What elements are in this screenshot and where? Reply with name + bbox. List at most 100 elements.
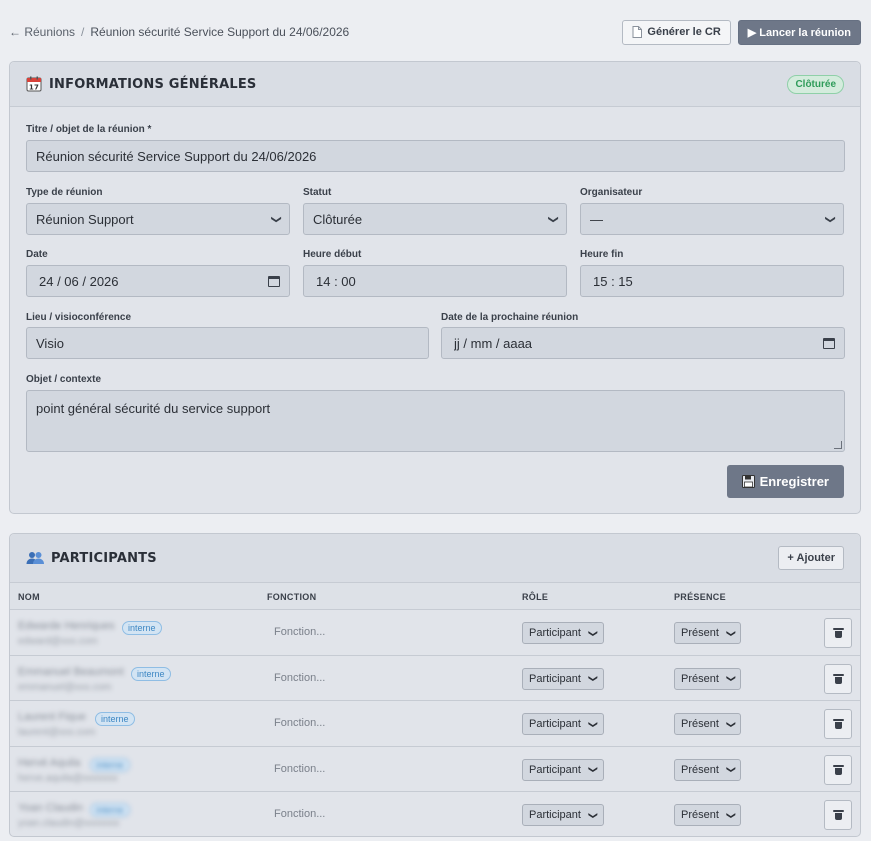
date-label: Date: [26, 249, 48, 260]
participant-tag: interne: [90, 803, 130, 817]
participant-tag: interne: [90, 757, 130, 772]
presence-select[interactable]: Présent ❯: [674, 713, 742, 735]
next-meeting-label: Date de la prochaine réunion: [441, 312, 579, 323]
type-value: Réunion Support: [36, 211, 134, 227]
launch-meeting-label: ▶ Lancer la réunion: [747, 26, 851, 39]
launch-meeting-button[interactable]: ▶ Lancer la réunion: [737, 19, 861, 45]
participants-title: PARTICIPANTS: [51, 550, 157, 566]
general-info-card: 17 INFORMATIONS GÉNÉRALES Clôturée Titre…: [9, 61, 861, 514]
title-label: Titre / objet de la réunion *: [26, 124, 152, 135]
chevron-down-icon: ❯: [547, 214, 559, 224]
participant-tag: interne: [122, 621, 162, 635]
role-select[interactable]: Participant ❯: [522, 804, 604, 826]
general-info-title: INFORMATIONS GÉNÉRALES: [49, 76, 257, 92]
delete-participant-button[interactable]: [824, 709, 852, 739]
participant-email: laurent@xxx.com: [18, 727, 96, 738]
function-input[interactable]: Fonction...: [274, 763, 325, 775]
chevron-down-icon: ❯: [824, 214, 836, 224]
role-value: Participant: [529, 809, 581, 821]
presence-select[interactable]: Présent ❯: [674, 622, 742, 644]
presence-value: Présent: [681, 763, 719, 776]
calendar-picker-icon[interactable]: [268, 275, 280, 287]
people-icon: [26, 552, 44, 564]
delete-participant-button[interactable]: [824, 800, 852, 830]
table-row: Hervé Aquila interne herve.aquila@xxxxxxx F…: [10, 747, 860, 792]
participant-email: yoan.claudin@xxxxxxx: [18, 818, 120, 829]
location-value: Visio: [36, 335, 64, 351]
participant-name: Yoan Claudin: [18, 802, 84, 814]
participants-table-body: Edwarde Henriques interne edward@xxx.com Fo…: [10, 610, 860, 838]
type-select[interactable]: Réunion Support ❯: [26, 203, 290, 235]
generate-report-label: Générer le CR: [647, 26, 721, 38]
participants-card: PARTICIPANTS + Ajouter NOM FONCTION RÔLE…: [9, 533, 861, 837]
trash-icon: [832, 764, 844, 775]
chevron-down-icon: ❯: [588, 765, 599, 774]
chevron-down-icon: ❯: [726, 765, 737, 774]
delete-participant-button[interactable]: [824, 663, 852, 694]
participant-name: Laurent Fique: [18, 711, 86, 723]
end-time-label: Heure fin: [580, 249, 624, 260]
table-row: Edwarde Henriques interne edward@xxx.com Fo…: [10, 610, 860, 656]
start-time-input[interactable]: 14 : 00: [303, 265, 567, 297]
chevron-down-icon: ❯: [588, 674, 599, 683]
role-select[interactable]: Participant ❯: [522, 713, 604, 735]
presence-select[interactable]: Présent ❯: [674, 758, 742, 781]
resize-handle-icon[interactable]: [834, 441, 842, 449]
breadcrumb: ← Réunions / Réunion sécurité Service Su…: [9, 25, 349, 39]
role-select[interactable]: Participant ❯: [522, 622, 604, 644]
status-badge: Clôturée: [787, 74, 844, 94]
organizer-select[interactable]: — ❯: [580, 203, 844, 235]
general-info-header: 17 INFORMATIONS GÉNÉRALES Clôturée: [10, 62, 860, 107]
function-input[interactable]: Fonction...: [274, 626, 325, 638]
context-textarea[interactable]: point général sécurité du service suppor…: [26, 390, 845, 452]
chevron-down-icon: ❯: [588, 629, 599, 637]
table-row: Laurent Fique interne laurent@xxx.com Fonct…: [10, 701, 860, 747]
participant-email: edward@xxx.com: [18, 636, 98, 647]
presence-value: Présent: [681, 718, 719, 730]
calendar-picker-icon[interactable]: [823, 337, 835, 349]
participants-table-header: NOM FONCTION RÔLE PRÉSENCE: [10, 583, 860, 610]
table-row: Emmanuel Beaumont interne emmanuel@xxx.com…: [10, 656, 860, 701]
trash-icon: [832, 628, 844, 638]
function-input[interactable]: Fonction...: [274, 672, 325, 684]
context-label: Objet / contexte: [26, 374, 102, 385]
save-button[interactable]: Enregistrer: [726, 465, 844, 498]
location-input[interactable]: Visio: [26, 327, 429, 359]
date-input[interactable]: 24 / 06 / 2026: [26, 265, 290, 297]
generate-report-button[interactable]: Générer le CR: [622, 19, 731, 45]
participant-tag: interne: [95, 712, 135, 726]
next-meeting-date-input[interactable]: jj / mm / aaaa: [441, 327, 845, 359]
type-label: Type de réunion: [26, 187, 103, 198]
title-input[interactable]: Réunion sécurité Service Support du 24/0…: [26, 140, 845, 172]
add-participant-button[interactable]: + Ajouter: [778, 546, 844, 570]
role-value: Participant: [529, 672, 581, 685]
table-row: Yoan Claudin interne yoan.claudin@xxxxxxx F…: [10, 792, 860, 838]
participants-header: PARTICIPANTS + Ajouter: [10, 534, 860, 583]
save-label: Enregistrer: [759, 474, 829, 489]
chevron-down-icon: ❯: [270, 214, 282, 224]
status-select[interactable]: Clôturée ❯: [303, 203, 567, 235]
status-label: Statut: [303, 187, 332, 198]
participant-name: Hervé Aquila: [18, 756, 81, 769]
breadcrumb-back-link[interactable]: ← Réunions: [9, 25, 75, 39]
location-label: Lieu / visioconférence: [26, 312, 132, 323]
end-time-value: 15 : 15: [593, 273, 633, 289]
status-value: Clôturée: [313, 211, 363, 227]
role-select[interactable]: Participant ❯: [522, 758, 604, 781]
function-input[interactable]: Fonction...: [274, 717, 325, 729]
presence-value: Présent: [681, 809, 719, 821]
delete-participant-button[interactable]: [824, 618, 852, 648]
top-bar: ← Réunions / Réunion sécurité Service Su…: [9, 19, 861, 45]
role-select[interactable]: Participant ❯: [522, 667, 604, 690]
end-time-input[interactable]: 15 : 15: [580, 265, 844, 297]
function-input[interactable]: Fonction...: [274, 808, 325, 820]
presence-select[interactable]: Présent ❯: [674, 667, 742, 690]
participant-email: herve.aquila@xxxxxxx: [18, 772, 118, 784]
delete-participant-button[interactable]: [824, 754, 852, 785]
chevron-down-icon: ❯: [726, 720, 737, 728]
presence-select[interactable]: Présent ❯: [674, 804, 742, 826]
calendar-icon: 17: [26, 76, 42, 92]
trash-icon: [832, 810, 844, 820]
role-value: Participant: [529, 627, 581, 639]
chevron-down-icon: ❯: [588, 811, 599, 819]
